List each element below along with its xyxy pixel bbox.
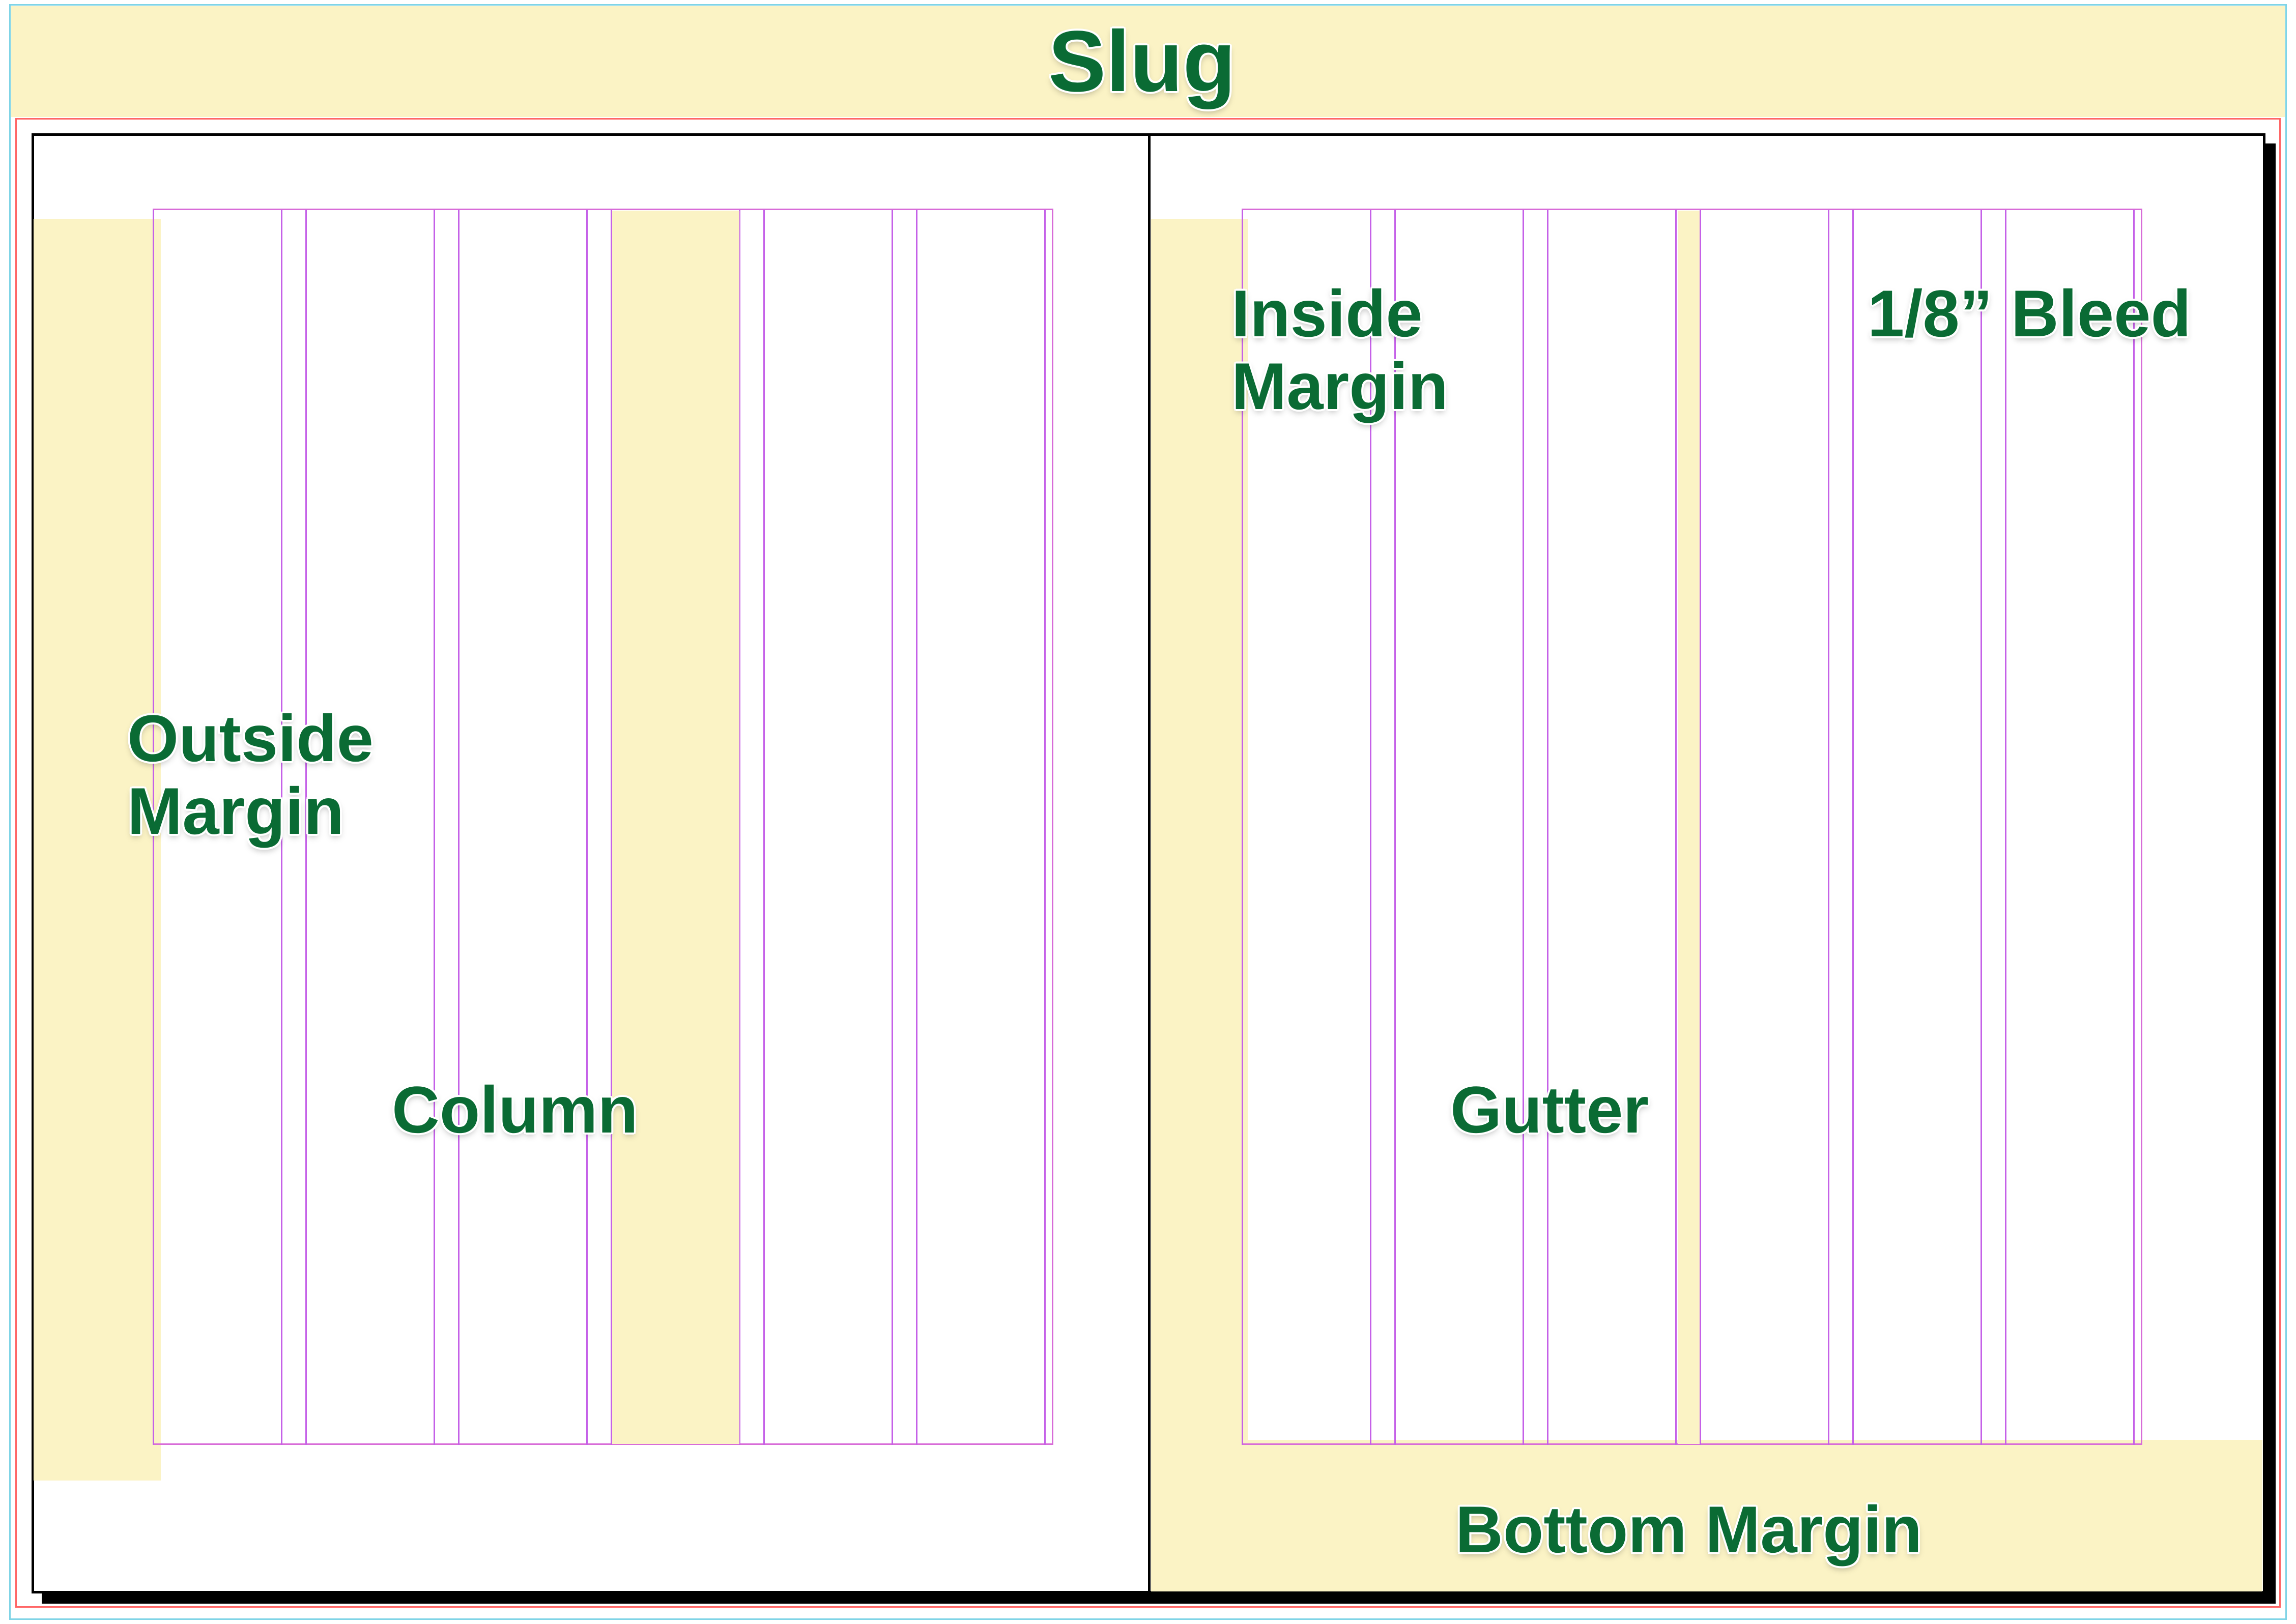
spine-line [1148, 135, 1151, 1591]
label-gutter: Gutter [1450, 1074, 1649, 1146]
label-slug: Slug [1048, 14, 1236, 109]
outside-margin-highlight-left [34, 219, 161, 1481]
col-right-3 [1547, 210, 1677, 1445]
col-right-4 [1700, 210, 1829, 1445]
col-right-6 [2005, 210, 2135, 1445]
label-outside-margin: Outside Margin [127, 702, 374, 848]
col-right-5 [1852, 210, 1982, 1445]
label-column: Column [392, 1074, 638, 1146]
column-highlight-left [612, 211, 739, 1444]
col-left-6 [916, 210, 1046, 1445]
col-left-5 [763, 210, 893, 1445]
diagram-canvas: Slug Outside Margin Column Inside Margin… [0, 0, 2296, 1624]
gutter-highlight-right [1678, 211, 1700, 1444]
label-bottom-margin: Bottom Margin [1455, 1493, 1922, 1566]
label-bleed: 1/8” Bleed [1868, 277, 2191, 350]
label-inside-margin: Inside Margin [1231, 277, 1448, 423]
col-left-3 [458, 210, 588, 1445]
